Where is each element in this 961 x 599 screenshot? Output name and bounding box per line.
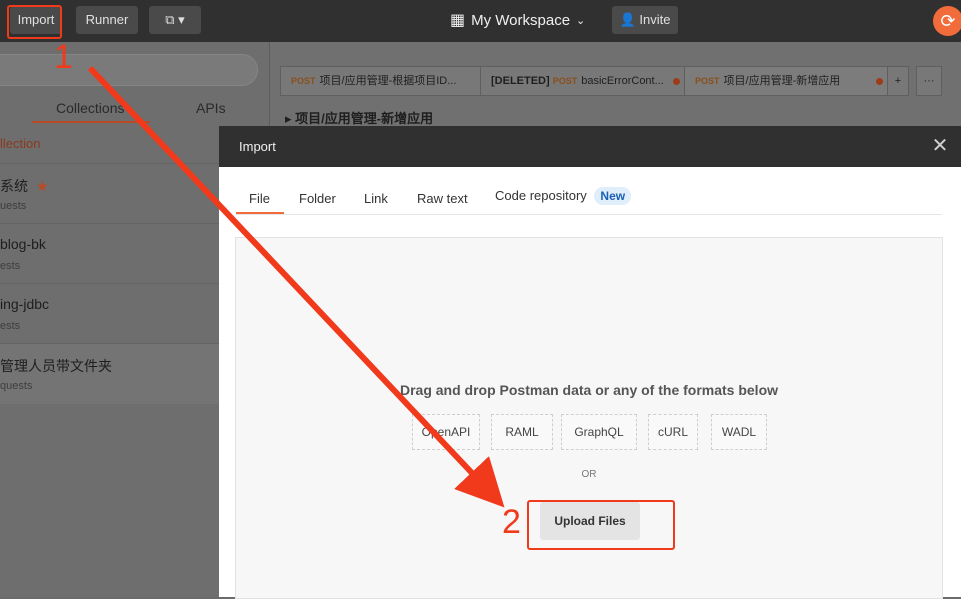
annotation-arrow-icon (87, 65, 505, 508)
